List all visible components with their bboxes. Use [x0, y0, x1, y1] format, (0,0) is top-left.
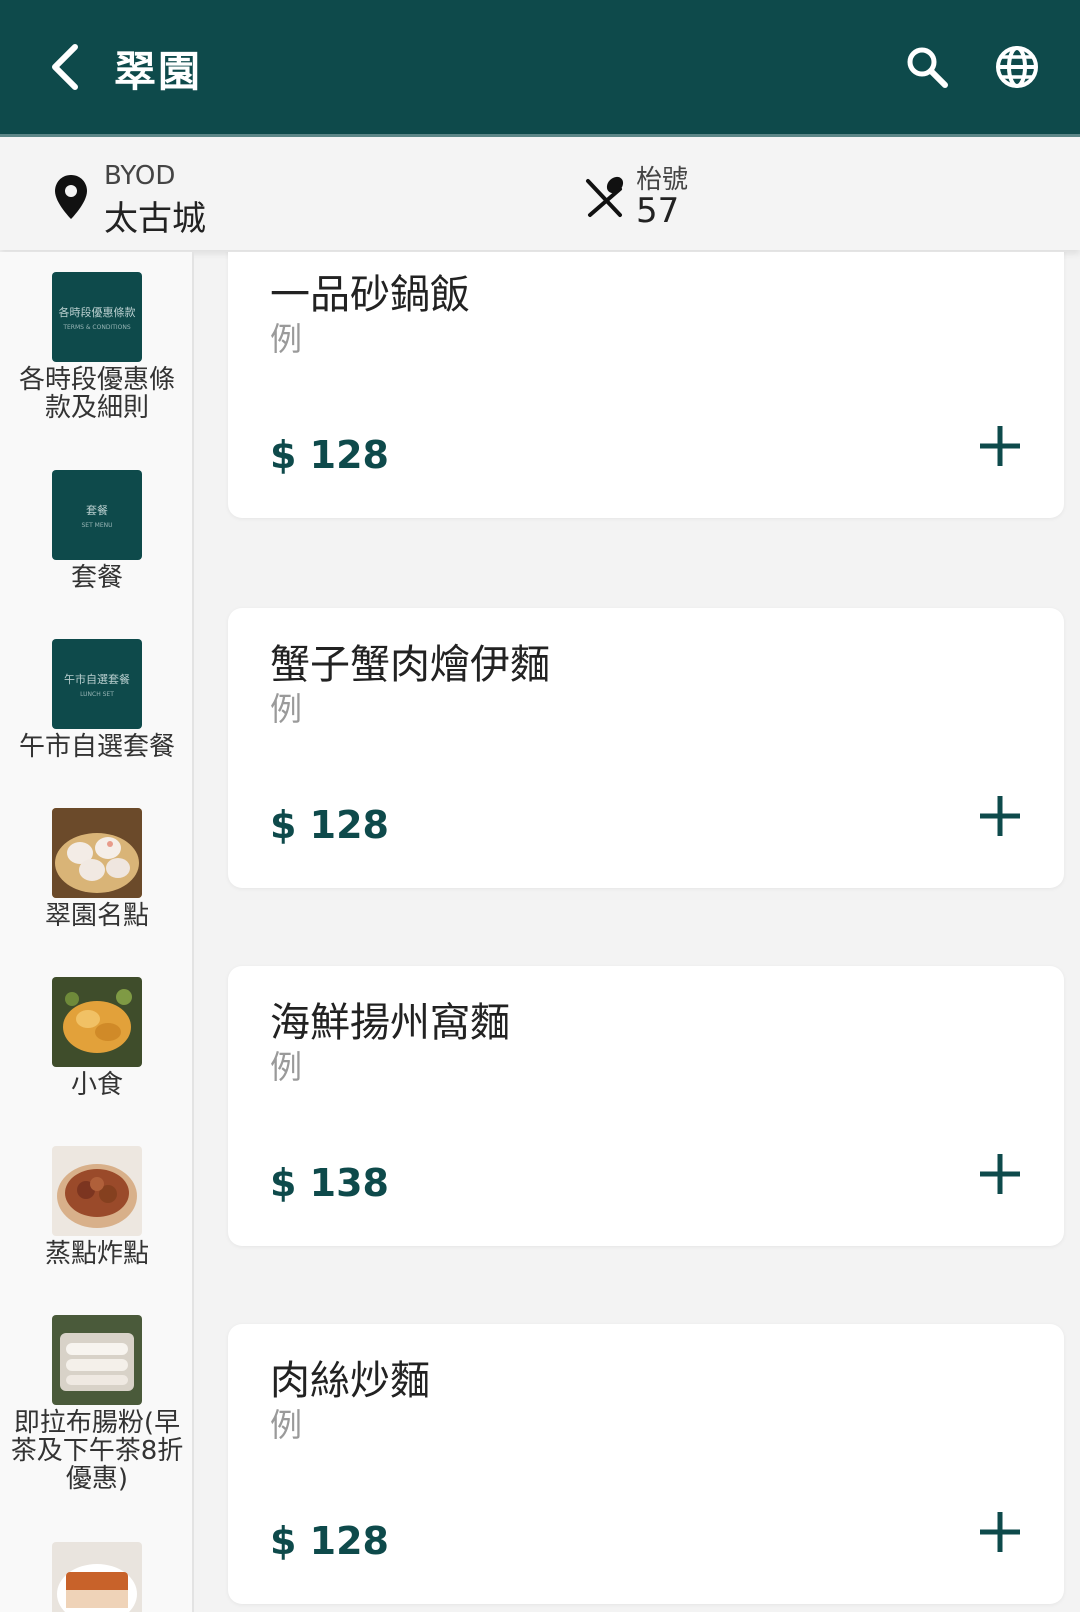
category-thumbnail: 各時段優惠條款 TERMS & CONDITIONS: [52, 272, 142, 362]
category-label: 套餐: [70, 563, 123, 593]
location-label: BYOD: [104, 161, 176, 191]
menu-item-price: $ 138: [270, 1161, 389, 1205]
category-thumbnail: 午市自選套餐 LUNCH SET: [52, 639, 142, 729]
category-thumbnail: [52, 977, 142, 1067]
menu-item-name: 海鮮揚州窩麵: [270, 1000, 510, 1046]
utensils-icon: [586, 176, 624, 217]
category-item-steamed-fried[interactable]: 蒸點炸點: [0, 1146, 192, 1269]
category-label: 午市自選套餐: [18, 732, 175, 762]
category-item-terms[interactable]: 各時段優惠條款 TERMS & CONDITIONS 各時段優惠條款及細則: [0, 272, 192, 423]
menu-item-card[interactable]: 肉絲炒麵 例 $ 128: [228, 1324, 1064, 1604]
menu-item-unit: 例: [270, 690, 303, 728]
category-thumbnail: [52, 1146, 142, 1236]
page-title: 翠園: [114, 47, 203, 96]
thumb-subtitle: LUNCH SET: [80, 690, 114, 698]
roast-pork-image: [52, 1542, 142, 1612]
category-sidebar: 各時段優惠條款 TERMS & CONDITIONS 各時段優惠條款及細則 套餐…: [0, 252, 194, 1612]
menu-item-card[interactable]: 蟹子蟹肉燴伊麵 例 $ 128: [228, 608, 1064, 888]
add-item-button[interactable]: [968, 1142, 1032, 1206]
search-icon: [907, 47, 948, 88]
menu-item-name: 肉絲炒麵: [270, 1358, 430, 1404]
back-button[interactable]: [30, 32, 100, 102]
location-pin-icon: [55, 175, 87, 219]
thumb-subtitle: TERMS & CONDITIONS: [63, 323, 131, 331]
category-thumbnail: [52, 1315, 142, 1405]
menu-list: 一品砂鍋飯 例 $ 128 蟹子蟹肉燴伊麵 例 $ 128 海鮮揚州窩麵 例 $…: [196, 252, 1080, 1612]
table-number: 57: [636, 191, 680, 231]
menu-item-unit: 例: [270, 1048, 303, 1086]
menu-item-name: 一品砂鍋飯: [270, 272, 470, 318]
menu-item-price: $ 128: [270, 803, 389, 847]
search-button[interactable]: [892, 32, 962, 102]
category-item-lunch-set[interactable]: 午市自選套餐 LUNCH SET 午市自選套餐: [0, 639, 192, 762]
menu-item-unit: 例: [270, 1406, 303, 1444]
plus-icon: [980, 1154, 1020, 1194]
category-item-set-menu[interactable]: 套餐 SET MENU 套餐: [0, 470, 192, 593]
steamed-dish-image: [52, 1146, 142, 1236]
thumb-title: 套餐: [86, 503, 108, 517]
menu-item-price: $ 128: [270, 1519, 389, 1563]
menu-item-card[interactable]: 海鮮揚州窩麵 例 $ 138: [228, 966, 1064, 1246]
category-item-snacks[interactable]: 小食: [0, 977, 192, 1100]
category-thumbnail: [52, 1542, 142, 1612]
add-item-button[interactable]: [968, 414, 1032, 478]
location-name: 太古城: [104, 199, 206, 239]
snack-image: [52, 977, 142, 1067]
menu-item-card[interactable]: 一品砂鍋飯 例 $ 128: [228, 252, 1064, 518]
plus-icon: [980, 796, 1020, 836]
category-item-roast[interactable]: [0, 1542, 192, 1612]
info-bar: BYOD 太古城 枱號 57: [0, 134, 1080, 250]
menu-item-price: $ 128: [270, 433, 389, 477]
category-label: 小食: [70, 1070, 123, 1100]
plus-icon: [980, 1512, 1020, 1552]
thumb-title: 午市自選套餐: [64, 672, 130, 686]
plus-icon: [980, 426, 1020, 466]
rice-roll-image: [52, 1315, 142, 1405]
category-thumbnail: 套餐 SET MENU: [52, 470, 142, 560]
category-thumbnail: [52, 808, 142, 898]
thumb-subtitle: SET MENU: [81, 521, 113, 529]
menu-item-name: 蟹子蟹肉燴伊麵: [270, 642, 550, 688]
category-item-rice-rolls[interactable]: 即拉布腸粉(早茶及下午茶8折優惠): [0, 1315, 192, 1494]
category-label: 即拉布腸粉(早茶及下午茶8折優惠): [10, 1408, 184, 1494]
chevron-left-icon: [52, 44, 78, 90]
thumb-title: 各時段優惠條款: [58, 305, 136, 319]
globe-icon: [996, 46, 1038, 88]
category-label: 蒸點炸點: [44, 1239, 149, 1269]
app-bar: 翠園: [0, 0, 1080, 134]
menu-item-unit: 例: [270, 320, 303, 358]
add-item-button[interactable]: [968, 784, 1032, 848]
category-label: 各時段優惠條款及細則: [18, 365, 175, 423]
dumpling-image: [52, 808, 142, 898]
category-label: 翠園名點: [44, 901, 149, 931]
language-button[interactable]: [982, 32, 1052, 102]
category-item-signature-dimsum[interactable]: 翠園名點: [0, 808, 192, 931]
add-item-button[interactable]: [968, 1500, 1032, 1564]
